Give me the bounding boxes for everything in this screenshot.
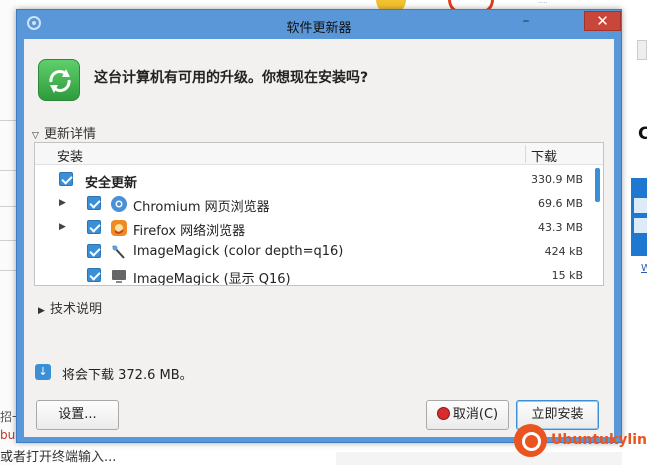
expand-arrow-icon[interactable]: ▶ <box>59 222 66 232</box>
details-expander[interactable]: ▽ 更新详情 <box>32 123 96 142</box>
ubuntukylin-watermark: Ubuntukylin <box>514 424 647 458</box>
row-label: ImageMagick (color depth=q16) <box>133 244 344 259</box>
row-size: 43.3 MB <box>537 221 583 234</box>
background-terminal-hint: 或者打开终端输入... <box>0 450 117 465</box>
expand-arrow-icon[interactable]: ▶ <box>59 198 66 208</box>
divider <box>0 206 16 207</box>
row-size: 424 kB <box>544 245 583 258</box>
divider <box>0 240 16 241</box>
row-label: ImageMagick (显示 Q16) <box>133 272 291 286</box>
close-button[interactable]: ✕ <box>584 11 621 31</box>
update-row-firefox[interactable]: ▶ Firefox 网络浏览器 43.3 MB <box>35 216 593 240</box>
update-question-heading: 这台计算机有可用的升级。你想现在安装吗? <box>94 70 369 86</box>
technical-expander-label: 技术说明 <box>50 302 103 317</box>
software-updater-window: 软件更新器 – ✕ 这台计算机有可用的升级。你想现在安装吗? ▽ 更新详情 安装 … <box>16 9 622 443</box>
background-tab <box>637 40 647 60</box>
settings-button[interactable]: 设置... <box>36 400 119 430</box>
row-label: Chromium 网页浏览器 <box>133 200 270 215</box>
updates-tree[interactable]: 安装 下载 安全更新 330.9 MB ▶ Chromium 网页浏览器 69.… <box>34 142 604 286</box>
update-row-security[interactable]: 安全更新 330.9 MB <box>35 168 593 192</box>
imagemagick-icon <box>111 244 127 260</box>
background-link[interactable]: W <box>641 263 647 274</box>
imagemagick-display-checkbox[interactable] <box>87 268 101 282</box>
download-icon: ↓ <box>35 364 51 380</box>
expander-open-icon: ▽ <box>32 131 39 141</box>
minimize-button[interactable]: – <box>514 14 538 31</box>
download-summary: 将会下载 372.6 MB。 <box>62 368 193 383</box>
background-heading: C <box>638 124 647 144</box>
expander-closed-icon: ▶ <box>38 306 45 316</box>
dialog-content: 这台计算机有可用的升级。你想现在安装吗? ▽ 更新详情 安装 下载 安全更新 33… <box>24 39 614 437</box>
update-row-imagemagick-display[interactable]: ImageMagick (显示 Q16) 15 kB <box>35 264 593 286</box>
firefox-icon <box>111 220 127 236</box>
row-label: Firefox 网络浏览器 <box>133 224 246 239</box>
refresh-icon <box>38 59 80 101</box>
background-left-panel <box>0 0 16 465</box>
row-size: 69.6 MB <box>537 197 583 210</box>
divider <box>0 120 16 121</box>
title-bar[interactable]: 软件更新器 – ✕ <box>17 10 621 38</box>
imagemagick-checkbox[interactable] <box>87 244 101 258</box>
chromium-icon <box>111 196 127 212</box>
security-updates-checkbox[interactable] <box>59 172 73 186</box>
background-text: bu <box>0 428 16 442</box>
row-label: 安全更新 <box>85 176 138 191</box>
display-icon <box>111 268 127 284</box>
ubuntu-logo-icon <box>514 424 547 457</box>
column-header-install[interactable]: 安装 <box>57 146 83 165</box>
update-row-imagemagick[interactable]: ImageMagick (color depth=q16) 424 kB <box>35 240 593 264</box>
row-size: 15 kB <box>551 269 583 282</box>
details-expander-label: 更新详情 <box>44 127 97 142</box>
tree-header: 安装 下载 <box>35 143 603 165</box>
column-header-download[interactable]: 下载 <box>531 146 557 165</box>
tree-scrollbar[interactable] <box>594 166 600 284</box>
watermark-text: Ubuntukylin <box>551 432 647 448</box>
cancel-button-label: 取消(C) <box>452 407 499 422</box>
scrollbar-thumb[interactable] <box>595 168 600 202</box>
update-row-chromium[interactable]: ▶ Chromium 网页浏览器 69.6 MB <box>35 192 593 216</box>
divider <box>0 270 16 271</box>
windows-logo-image <box>631 178 647 256</box>
chromium-checkbox[interactable] <box>87 196 101 210</box>
column-separator <box>525 145 526 163</box>
stop-icon <box>436 407 450 420</box>
row-size: 330.9 MB <box>530 173 583 186</box>
cancel-button[interactable]: 取消(C) <box>426 400 509 430</box>
firefox-checkbox[interactable] <box>87 220 101 234</box>
technical-expander[interactable]: ▶ 技术说明 <box>38 298 102 317</box>
divider <box>0 170 16 171</box>
